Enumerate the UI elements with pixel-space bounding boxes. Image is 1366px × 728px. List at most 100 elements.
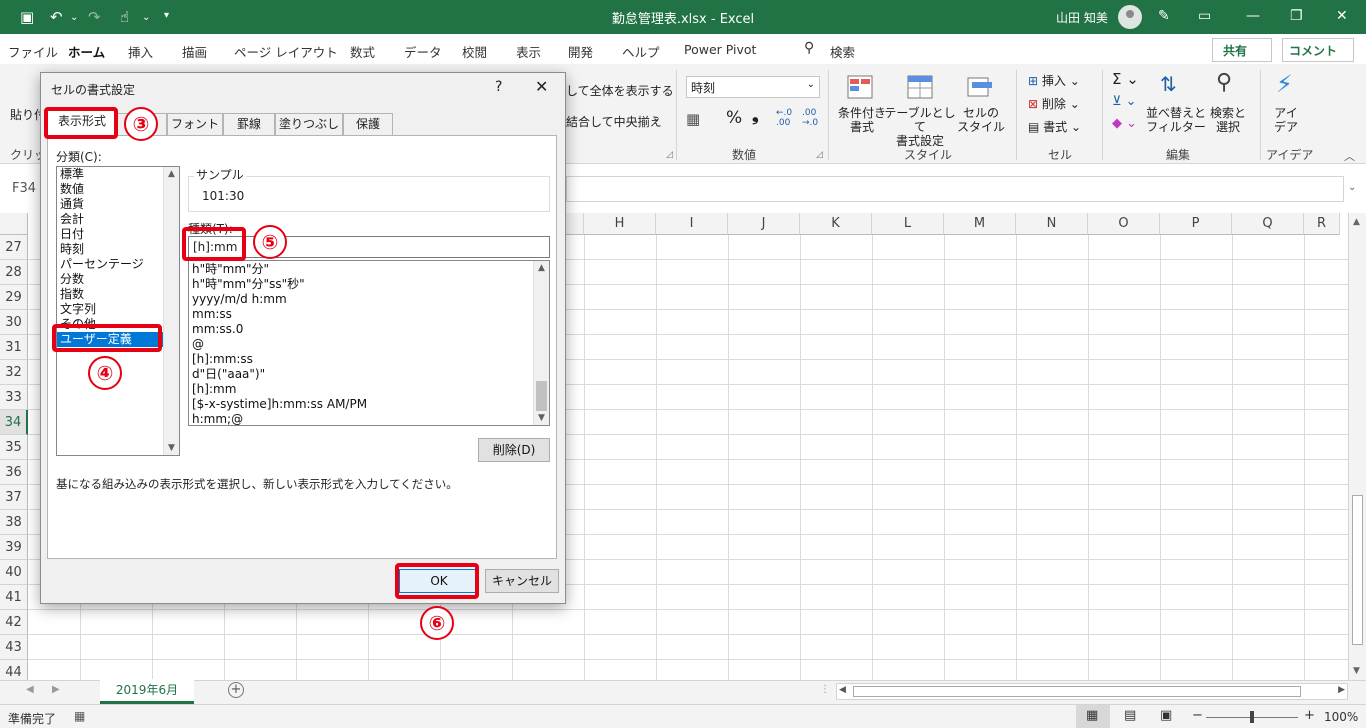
scroll-up-icon[interactable]: ▲ (164, 167, 179, 181)
format-item[interactable]: @ (189, 337, 533, 352)
column-header-h[interactable]: H (584, 213, 656, 235)
add-sheet-icon[interactable]: + (228, 682, 244, 698)
find-select-button[interactable]: 検索と 選択 (1206, 106, 1250, 134)
tab-home[interactable]: ホーム (68, 42, 106, 68)
format-list[interactable]: h"時"mm"分" h"時"mm"分"ss"秒" yyyy/m/d h:mm mm:s… (188, 260, 550, 426)
next-sheet-icon[interactable]: ▶ (52, 684, 60, 695)
format-item[interactable]: mm:ss.0 (189, 322, 533, 337)
zoom-slider-thumb[interactable] (1250, 711, 1254, 723)
search-icon[interactable]: ⚲ (804, 40, 814, 56)
tab-page-layout[interactable]: ページ レイアウト (234, 42, 338, 61)
format-item[interactable]: mm:ss (189, 307, 533, 322)
row-header[interactable]: 28 (0, 260, 28, 285)
scroll-up-icon[interactable]: ▲ (534, 261, 549, 275)
category-item[interactable]: 分数 (57, 272, 163, 287)
column-header-p[interactable]: P (1160, 213, 1232, 235)
alignment-launcher-icon[interactable]: ◿ (666, 150, 673, 160)
pen-icon[interactable]: ✎ (1158, 8, 1170, 24)
horizontal-scrollbar[interactable]: ◀ ▶ (836, 683, 1348, 700)
sort-filter-button[interactable]: 並べ替えと フィルター (1146, 106, 1206, 134)
page-layout-view-icon[interactable]: ▤ (1124, 708, 1136, 723)
delete-cells-button[interactable]: ⊠ 削除 ⌄ (1028, 95, 1080, 112)
tab-view[interactable]: 表示 (516, 42, 541, 61)
wrap-text-button[interactable]: して全体を表示する (566, 82, 674, 99)
row-header[interactable]: 35 (0, 435, 28, 460)
cell-styles-button[interactable]: セルの スタイル (954, 106, 1008, 134)
decrease-decimal-icon[interactable]: .00 →.0 (802, 108, 818, 128)
fill-icon[interactable]: ⊻ ⌄ (1112, 94, 1137, 109)
scroll-down-icon[interactable]: ▼ (1353, 666, 1360, 676)
format-as-table-button[interactable]: テーブルとして 書式設定 (884, 106, 956, 148)
format-item[interactable]: h:mm;@ (189, 412, 533, 427)
number-format-select[interactable]: 時刻 ⌄ (686, 76, 820, 98)
tab-draw[interactable]: 描画 (182, 42, 207, 61)
row-header[interactable]: 27 (0, 235, 28, 260)
category-item[interactable]: 会計 (57, 212, 163, 227)
vertical-scrollbar[interactable]: ▲ ▼ (1348, 213, 1366, 680)
scroll-thumb[interactable] (1352, 495, 1363, 645)
column-header-i[interactable]: I (656, 213, 728, 235)
category-item[interactable]: 通貨 (57, 197, 163, 212)
zoom-out-icon[interactable]: − (1192, 708, 1203, 723)
column-header-m[interactable]: M (944, 213, 1016, 235)
currency-icon[interactable]: ▦ (686, 110, 700, 128)
row-header[interactable]: 31 (0, 335, 28, 360)
share-button[interactable]: 共有 (1212, 38, 1272, 62)
format-item[interactable]: d"日("aaa")" (189, 367, 533, 382)
category-item[interactable]: 標準 (57, 167, 163, 182)
row-header[interactable]: 29 (0, 285, 28, 310)
format-cells-button[interactable]: ▤ 書式 ⌄ (1028, 118, 1081, 135)
column-header-l[interactable]: L (872, 213, 944, 235)
column-header-n[interactable]: N (1016, 213, 1088, 235)
row-header[interactable]: 42 (0, 610, 28, 635)
scroll-down-icon[interactable]: ▼ (164, 441, 179, 455)
autosum-icon[interactable]: Σ ⌄ (1112, 70, 1139, 88)
delete-format-button[interactable]: 削除(D) (478, 438, 550, 462)
help-button[interactable]: ? (495, 79, 502, 95)
expand-formula-icon[interactable]: ⌄ (1348, 182, 1356, 193)
format-scroll-thumb[interactable] (536, 381, 547, 411)
macro-record-icon[interactable]: ▦ (74, 709, 85, 723)
row-header[interactable]: 30 (0, 310, 28, 335)
row-header[interactable]: 43 (0, 635, 28, 660)
column-header-j[interactable]: J (728, 213, 800, 235)
close-window-icon[interactable]: ✕ (1336, 8, 1348, 24)
row-header[interactable]: 37 (0, 485, 28, 510)
category-item[interactable]: 文字列 (57, 302, 163, 317)
format-item[interactable]: [h]:mm:ss (189, 352, 533, 367)
search-box[interactable]: 検索 (830, 42, 855, 61)
row-header[interactable]: 32 (0, 360, 28, 385)
name-box[interactable]: F34 (4, 176, 40, 202)
row-header[interactable]: 40 (0, 560, 28, 585)
format-item[interactable]: h"時"mm"分"ss"秒" (189, 277, 533, 292)
cancel-button[interactable]: キャンセル (485, 569, 559, 593)
format-item[interactable]: [$-x-systime]h:mm:ss AM/PM (189, 397, 533, 412)
sheet-tab-active[interactable]: 2019年6月 (100, 679, 194, 704)
select-all-corner[interactable] (0, 213, 28, 235)
column-header-r[interactable]: R (1304, 213, 1340, 235)
row-header[interactable]: 38 (0, 510, 28, 535)
comma-icon[interactable]: ❟ (752, 106, 759, 126)
category-item[interactable]: 日付 (57, 227, 163, 242)
minimize-icon[interactable]: — (1246, 8, 1260, 24)
format-scrollbar[interactable]: ▲ ▼ (533, 261, 549, 425)
category-item[interactable]: 指数 (57, 287, 163, 302)
tab-protection[interactable]: 保護 (343, 113, 393, 135)
column-header-o[interactable]: O (1088, 213, 1160, 235)
category-item[interactable]: 時刻 (57, 242, 163, 257)
ideas-button[interactable]: アイ デア (1270, 106, 1302, 134)
prev-sheet-icon[interactable]: ◀ (26, 684, 34, 695)
comment-button[interactable]: コメント (1282, 38, 1354, 62)
close-icon[interactable]: ✕ (535, 77, 548, 96)
category-list[interactable]: 標準 数値 通貨 会計 日付 時刻 パーセンテージ 分数 指数 文字列 その他 ユーザー定義 ▲ ▼ (56, 166, 180, 456)
page-break-view-icon[interactable]: ▣ (1160, 708, 1172, 723)
tab-review[interactable]: 校閲 (462, 42, 487, 61)
row-header[interactable]: 36 (0, 460, 28, 485)
tab-power-pivot[interactable]: Power Pivot (684, 42, 756, 57)
row-header[interactable]: 34 (0, 410, 28, 435)
tab-file[interactable]: ファイル (8, 42, 58, 61)
scroll-right-icon[interactable]: ▶ (1338, 685, 1345, 695)
hscroll-thumb[interactable] (853, 686, 1301, 697)
tab-developer[interactable]: 開発 (568, 42, 593, 61)
increase-decimal-icon[interactable]: ←.0.00 (776, 108, 792, 128)
